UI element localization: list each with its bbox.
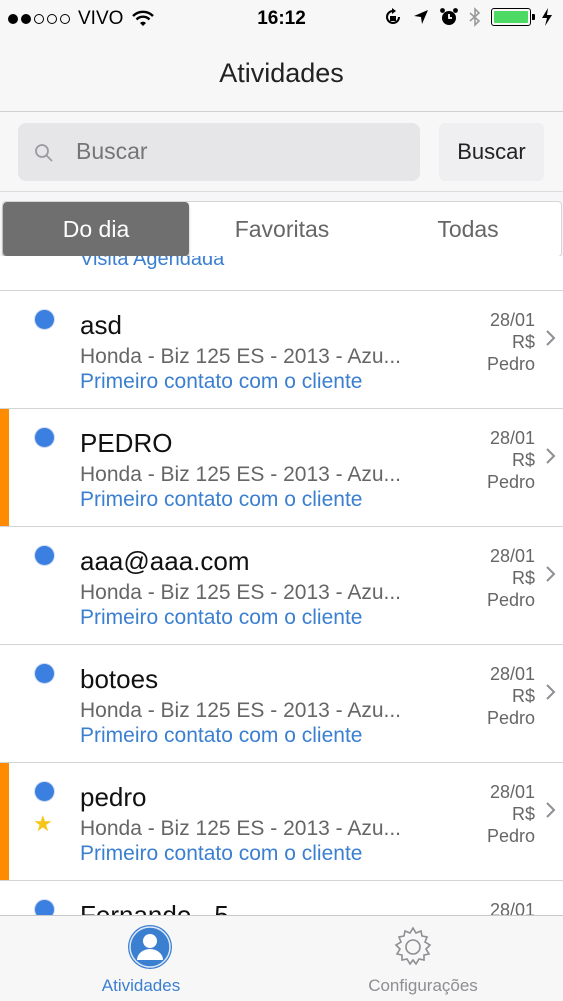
rotation-lock-icon bbox=[386, 8, 400, 24]
list-item-meta: 28/01 R$ Pedro bbox=[487, 309, 535, 375]
search-bar: Buscar bbox=[0, 112, 563, 192]
gear-icon bbox=[394, 926, 432, 966]
activity-list[interactable]: Visita Agendada asd Honda - Biz 125 ES - … bbox=[0, 256, 563, 915]
highlight-stripe bbox=[0, 763, 9, 880]
list-item-title: asd bbox=[80, 310, 122, 340]
list-item-price: R$ bbox=[511, 568, 535, 588]
segment-do-dia[interactable]: Do dia bbox=[3, 202, 189, 256]
highlight-stripe bbox=[0, 409, 9, 526]
status-bar: VIVO 16:12 bbox=[0, 0, 563, 40]
list-item-title: botoes bbox=[80, 664, 159, 694]
segment-favoritas[interactable]: Favoritas bbox=[189, 202, 375, 256]
list-item-description: Honda - Biz 125 ES - 2013 - Azu... bbox=[80, 581, 402, 604]
search-button[interactable]: Buscar bbox=[439, 123, 544, 181]
list-item-owner: Pedro bbox=[486, 826, 535, 846]
list-item-owner: Pedro bbox=[486, 472, 535, 492]
tab-configuracoes[interactable]: Configurações bbox=[282, 916, 563, 1001]
favorite-star-icon: ★ bbox=[33, 811, 53, 836]
person-icon bbox=[128, 925, 172, 969]
list-item-description: Honda - Biz 125 ES - 2013 - Azu... bbox=[80, 463, 402, 486]
tab-label: Configurações bbox=[368, 976, 478, 995]
charging-icon bbox=[542, 8, 552, 26]
chevron-right-icon bbox=[546, 330, 556, 346]
list-item-status: Primeiro contato com o cliente bbox=[80, 488, 363, 511]
tab-bar: Atividades Configurações bbox=[0, 915, 563, 1001]
list-item-meta: 28/01 R$ Pedro bbox=[487, 427, 535, 493]
list-item-description: Honda - Biz 125 ES - 2013 - Azu... bbox=[80, 345, 402, 368]
unread-dot-icon bbox=[35, 900, 54, 915]
location-icon bbox=[414, 10, 428, 24]
search-icon bbox=[35, 144, 53, 162]
list-item-title: aaa@aaa.com bbox=[80, 546, 250, 576]
bluetooth-icon bbox=[469, 7, 481, 27]
alarm-icon bbox=[440, 8, 458, 25]
list-item-date: 28/01 bbox=[489, 782, 535, 802]
search-field[interactable] bbox=[18, 123, 420, 181]
segmented-control: Do dia Favoritas Todas bbox=[2, 201, 562, 257]
unread-dot-icon bbox=[35, 310, 54, 329]
chevron-right-icon bbox=[546, 802, 556, 818]
chevron-right-icon bbox=[546, 448, 556, 464]
unread-dot-icon bbox=[35, 664, 54, 683]
list-item-price: R$ bbox=[511, 686, 535, 706]
list-item-price: R$ bbox=[511, 332, 535, 352]
list-item-date: 28/01 bbox=[489, 664, 535, 684]
list-item-title: pedro bbox=[80, 782, 147, 812]
navigation-bar: Atividades bbox=[0, 40, 563, 112]
list-item-owner: Pedro bbox=[486, 708, 535, 728]
list-item[interactable]: asd Honda - Biz 125 ES - 2013 - Azu... Pri… bbox=[0, 290, 563, 408]
list-item[interactable]: botoes Honda - Biz 125 ES - 2013 - Azu...… bbox=[0, 644, 563, 762]
chevron-right-icon bbox=[546, 566, 556, 582]
list-item[interactable]: ★ pedro Honda - Biz 125 ES - 2013 - Azu...… bbox=[0, 762, 563, 880]
list-item[interactable]: Fernando - 5 28/01 bbox=[0, 880, 563, 915]
unread-dot-icon bbox=[35, 546, 54, 565]
list-item-description: Honda - Biz 125 ES - 2013 - Azu... bbox=[80, 699, 402, 722]
list-item-status: Primeiro contato com o cliente bbox=[80, 724, 363, 747]
list-item-title: PEDRO bbox=[80, 428, 173, 458]
segment-todas[interactable]: Todas bbox=[375, 202, 561, 256]
list-item-title: Fernando - 5 bbox=[80, 900, 229, 915]
list-item-status: Primeiro contato com o cliente bbox=[80, 370, 363, 393]
list-item-status: Primeiro contato com o cliente bbox=[80, 842, 363, 865]
unread-dot-icon bbox=[35, 428, 54, 447]
list-item-description: Honda - Biz 125 ES - 2013 - Azu... bbox=[80, 817, 402, 840]
list-item-meta: 28/01 R$ Pedro bbox=[487, 663, 535, 729]
list-item-meta: 28/01 bbox=[490, 899, 535, 915]
list-item-price: R$ bbox=[511, 450, 535, 470]
tab-label: Atividades bbox=[101, 976, 181, 995]
list-item-price: R$ bbox=[511, 804, 535, 824]
list-item-date: 28/01 bbox=[489, 428, 535, 448]
list-item-status: Primeiro contato com o cliente bbox=[80, 606, 363, 629]
battery-icon bbox=[491, 8, 535, 26]
list-item[interactable]: PEDRO Honda - Biz 125 ES - 2013 - Azu... P… bbox=[0, 408, 563, 526]
page-title: Atividades bbox=[219, 58, 344, 88]
list-item-owner: Pedro bbox=[486, 590, 535, 610]
list-item-status: Visita Agendada bbox=[80, 256, 225, 270]
list-item-meta: 28/01 R$ Pedro bbox=[487, 545, 535, 611]
list-item-meta: 28/01 R$ Pedro bbox=[487, 781, 535, 847]
list-item-date: 28/01 bbox=[489, 546, 535, 566]
unread-dot-icon bbox=[35, 782, 54, 801]
list-item-date: 28/01 bbox=[489, 900, 535, 915]
list-item[interactable]: aaa@aaa.com Honda - Biz 125 ES - 2013 - A… bbox=[0, 526, 563, 644]
search-input[interactable] bbox=[74, 137, 408, 166]
list-item-owner: Pedro bbox=[486, 354, 535, 374]
list-item-date: 28/01 bbox=[489, 310, 535, 330]
chevron-right-icon bbox=[546, 684, 556, 700]
tab-atividades[interactable]: Atividades bbox=[0, 916, 282, 1001]
